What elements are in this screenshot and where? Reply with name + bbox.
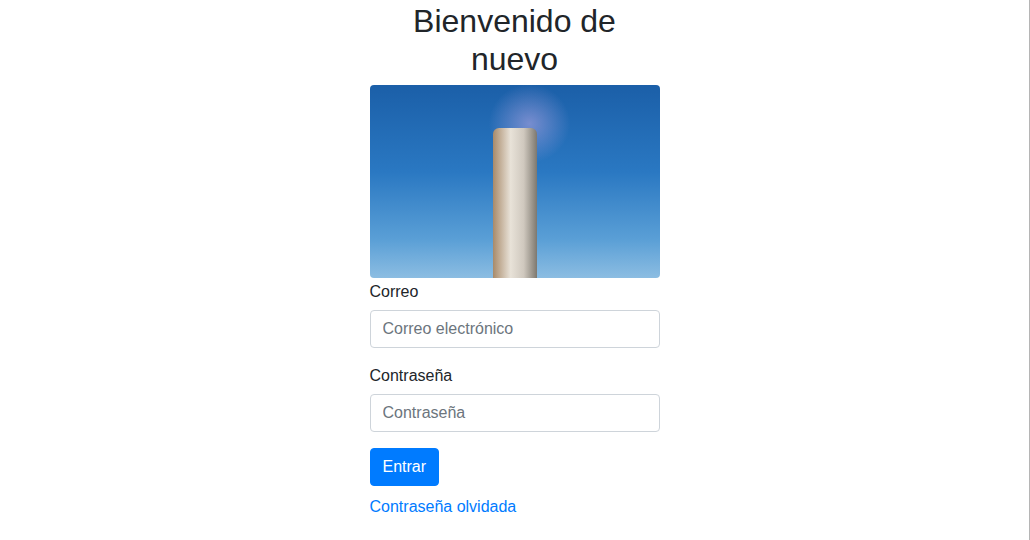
submit-button[interactable]: Entrar xyxy=(370,448,440,486)
password-input[interactable] xyxy=(370,394,660,432)
login-page: Bienvenido de nuevo Correo Contraseña Entra… xyxy=(0,0,1030,540)
lighthouse-photo xyxy=(370,85,660,278)
field-label: Contraseña xyxy=(370,364,660,388)
lighthouse-shape xyxy=(493,128,537,278)
form-group: Contraseña xyxy=(370,364,660,432)
forgot-password-link[interactable]: Contraseña olvidada xyxy=(370,495,517,519)
page-title: Bienvenido de nuevo xyxy=(370,2,660,79)
email-input[interactable] xyxy=(370,310,660,348)
actions: Entrar Contraseña olvidada xyxy=(370,448,660,519)
login-form: Bienvenido de nuevo Correo Contraseña Entra… xyxy=(370,0,660,540)
form-group: Correo xyxy=(370,280,660,348)
field-label: Correo xyxy=(370,280,660,304)
